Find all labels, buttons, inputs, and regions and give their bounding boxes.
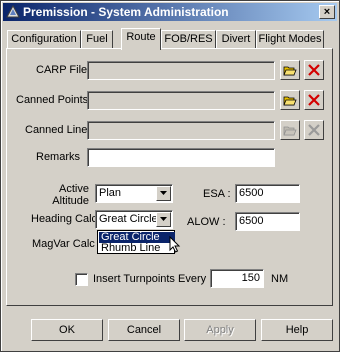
canned-line-label: Canned Line — [25, 124, 88, 136]
heading-calc-value: Great Circle — [99, 213, 158, 225]
tab-configuration[interactable]: Configuration — [7, 30, 81, 48]
tab-divert[interactable]: Divert — [216, 30, 256, 48]
carp-file-delete-button[interactable] — [304, 60, 324, 80]
carp-file-open-button[interactable] — [280, 60, 300, 80]
turnpoints-unit-label: NM — [271, 273, 289, 285]
active-altitude-label-line1: Active — [59, 183, 89, 195]
canned-points-delete-button[interactable] — [304, 90, 324, 110]
apply-button[interactable]: Apply — [184, 319, 256, 341]
active-altitude-label-line2: Altitude — [52, 195, 89, 207]
folder-open-icon — [283, 96, 297, 106]
magvar-calc-label: MagVar Calc — [32, 238, 95, 250]
active-altitude-dropdown-button[interactable] — [156, 186, 171, 201]
close-button[interactable]: × — [319, 5, 335, 19]
title-bar[interactable]: Premission - System Administration × — [3, 3, 337, 21]
remarks-label: Remarks — [36, 151, 81, 163]
canned-line-delete-button — [304, 120, 324, 140]
canned-line-open-button — [280, 120, 300, 140]
delete-x-icon — [308, 94, 320, 106]
heading-calc-dropdown-button[interactable] — [156, 212, 171, 227]
cancel-button[interactable]: Cancel — [108, 319, 180, 341]
delete-x-icon — [308, 64, 320, 76]
insert-turnpoints-checkbox[interactable] — [75, 273, 88, 286]
carp-file-field[interactable] — [87, 61, 275, 80]
folder-open-icon — [283, 66, 297, 76]
canned-points-open-button[interactable] — [280, 90, 300, 110]
mouse-cursor-icon — [169, 236, 181, 253]
tab-fob-res[interactable]: FOB/RES — [161, 30, 216, 48]
dialog-window: Premission - System Administration × Con… — [0, 0, 340, 352]
chevron-down-icon — [160, 191, 167, 195]
esa-field[interactable]: 6500 — [235, 184, 300, 203]
active-altitude-select[interactable]: Plan — [95, 184, 173, 203]
canned-line-field — [87, 121, 275, 140]
window-title: Premission - System Administration — [23, 5, 229, 19]
canned-points-label: Canned Points — [16, 94, 89, 106]
insert-turnpoints-label: Insert Turnpoints Every : — [93, 273, 213, 285]
route-panel — [6, 48, 333, 306]
ok-button[interactable]: OK — [31, 319, 103, 341]
heading-calc-dropdown-list: Great Circle Rhumb Line — [97, 230, 175, 254]
turnpoints-interval-field[interactable]: 150 — [210, 269, 264, 288]
remarks-field[interactable] — [87, 148, 275, 167]
folder-open-icon — [283, 126, 297, 136]
chevron-down-icon — [160, 217, 167, 221]
tab-route[interactable]: Route — [121, 28, 161, 50]
option-rhumb-line[interactable]: Rhumb Line — [99, 243, 175, 254]
alow-label: ALOW : — [187, 216, 226, 228]
esa-label: ESA : — [203, 188, 231, 200]
delete-x-icon — [308, 124, 320, 136]
carp-file-label: CARP File — [36, 64, 88, 76]
close-icon: × — [323, 6, 331, 18]
alow-field[interactable]: 6500 — [235, 212, 300, 231]
tab-flight-modes[interactable]: Flight Modes — [256, 30, 324, 48]
heading-calc-select[interactable]: Great Circle — [95, 210, 173, 229]
heading-calc-label: Heading Calc — [31, 213, 98, 225]
app-icon — [6, 5, 20, 18]
tab-fuel[interactable]: Fuel — [81, 30, 113, 48]
active-altitude-value: Plan — [99, 187, 122, 199]
help-button[interactable]: Help — [261, 319, 333, 341]
canned-points-field[interactable] — [87, 91, 275, 110]
